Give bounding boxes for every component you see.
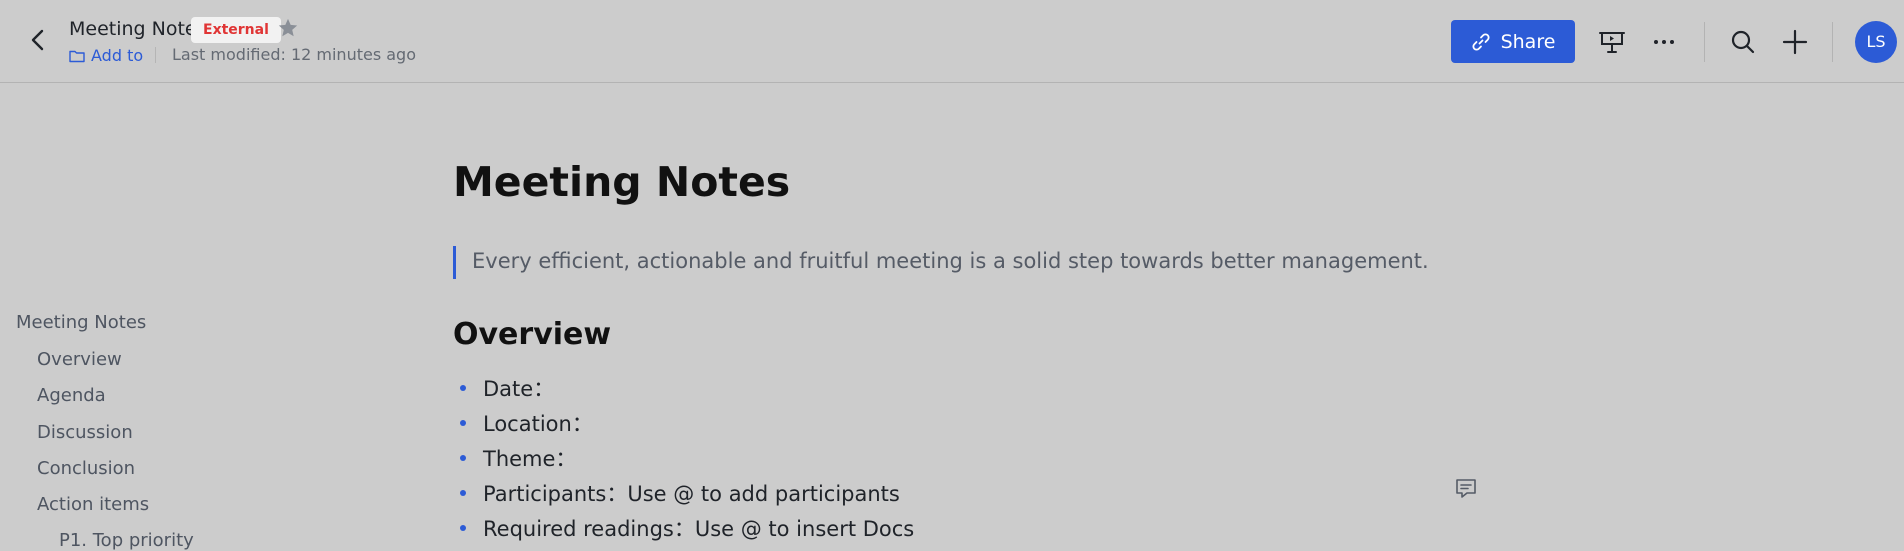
add-to-label: Add to [91, 46, 144, 65]
present-icon[interactable] [1597, 27, 1627, 57]
back-arrow-icon[interactable] [24, 26, 52, 54]
share-label: Share [1500, 30, 1556, 53]
overview-heading[interactable]: Overview [453, 317, 611, 352]
doc-heading[interactable]: Meeting Notes [453, 158, 790, 206]
outline-item-action-items[interactable]: Action items [37, 494, 149, 515]
plus-icon[interactable] [1780, 27, 1810, 57]
external-badge: External [191, 17, 281, 43]
outline-item-discussion[interactable]: Discussion [37, 422, 133, 443]
share-button[interactable]: Share [1451, 20, 1575, 63]
outline-item-agenda[interactable]: Agenda [37, 385, 106, 406]
top-toolbar: Meeting Notes External Add to Last modif… [0, 0, 1904, 83]
outline-item-p1-top-priority[interactable]: P1. Top priority [59, 530, 194, 551]
list-item-text: Participants：Use @ to add participants [483, 482, 900, 506]
list-item-text: Location： [483, 412, 593, 436]
more-icon[interactable] [1649, 27, 1679, 57]
search-icon[interactable] [1728, 27, 1758, 57]
outline-item-conclusion[interactable]: Conclusion [37, 458, 135, 479]
bullet-dot [460, 490, 466, 496]
folder-icon [69, 50, 85, 62]
avatar[interactable]: LS [1855, 21, 1897, 63]
toolbar-divider [1704, 22, 1705, 62]
bullet-dot [460, 455, 466, 461]
list-item-text: Theme： [483, 447, 577, 471]
bullet-dot [460, 525, 466, 531]
bullet-dot [460, 420, 466, 426]
bullet-dot [460, 385, 466, 391]
last-modified: Last modified: 12 minutes ago [172, 45, 416, 64]
star-icon[interactable] [277, 17, 299, 39]
outline-item-meeting-notes[interactable]: Meeting Notes [16, 312, 146, 333]
outline-item-overview[interactable]: Overview [37, 349, 122, 370]
doc-title[interactable]: Meeting Notes [69, 18, 207, 40]
link-icon [1472, 32, 1490, 51]
quote-bar [453, 246, 456, 279]
comment-icon[interactable] [1455, 478, 1477, 500]
toolbar-divider [1832, 22, 1833, 62]
meta-divider [155, 47, 156, 63]
list-item-text: Date： [483, 377, 555, 401]
add-to-button[interactable]: Add to [69, 46, 143, 65]
quote-block[interactable]: Every efficient, actionable and fruitful… [472, 249, 1429, 273]
list-item-text: Required readings：Use @ to insert Docs [483, 517, 915, 541]
